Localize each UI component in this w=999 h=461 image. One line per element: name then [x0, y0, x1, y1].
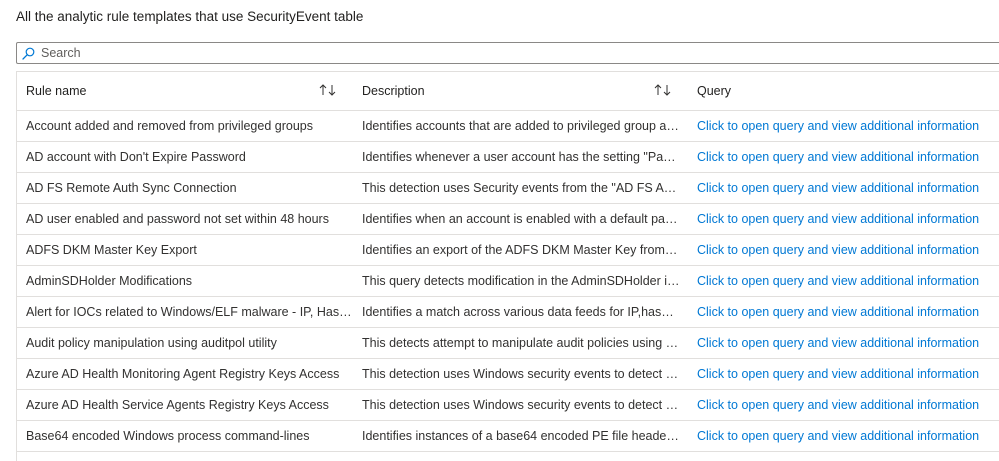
column-header-label: Query [697, 84, 732, 98]
description-cell: This detection uses Windows security eve… [353, 389, 688, 421]
description-cell: Identifies an export of the ADFS DKM Mas… [353, 234, 688, 266]
description-cell: Identifies a match across various data f… [353, 296, 688, 328]
table-row[interactable]: Audit policy manipulation using auditpol… [17, 327, 999, 359]
table-row[interactable]: AD FS Remote Auth Sync Connection This de… [17, 172, 999, 204]
description-cell: Identifies whenever a user account has t… [353, 141, 688, 173]
table-row[interactable]: Base64 encoded Windows process command-l… [17, 420, 999, 452]
open-query-link[interactable]: Click to open query and view additional … [697, 243, 979, 257]
open-query-link[interactable]: Click to open query and view additional … [697, 181, 979, 195]
table-row[interactable]: Azure AD Health Service Agents Registry … [17, 389, 999, 421]
query-cell: Click to open query and view additional … [688, 389, 999, 421]
query-cell: Click to open query and view additional … [688, 234, 999, 266]
open-query-link[interactable]: Click to open query and view additional … [697, 274, 979, 288]
table-header-row: Rule name Description Query [17, 72, 999, 111]
description-cell: Identifies accounts that are added to pr… [353, 110, 688, 142]
sort-arrows-icon[interactable] [319, 83, 337, 97]
open-query-link[interactable]: Click to open query and view additional … [697, 150, 979, 164]
open-query-link[interactable]: Click to open query and view additional … [697, 119, 979, 133]
rule-name-cell: AD FS Remote Auth Sync Connection [17, 172, 353, 204]
rule-name-cell: Alert for IOCs related to Windows/ELF ma… [17, 296, 353, 328]
table-row[interactable]: AD user enabled and password not set wit… [17, 203, 999, 235]
query-cell: Click to open query and view additional … [688, 296, 999, 328]
sort-arrows-icon[interactable] [654, 83, 672, 97]
search-icon [22, 46, 36, 60]
query-cell: Click to open query and view additional … [688, 265, 999, 297]
rules-grid: Rule name Description Query Account adde… [16, 71, 999, 461]
rule-name-cell: AD user enabled and password not set wit… [17, 203, 353, 235]
rule-name-cell: Azure AD Health Service Agents Registry … [17, 389, 353, 421]
query-cell: Click to open query and view additional … [688, 327, 999, 359]
search-box[interactable] [16, 42, 999, 64]
rule-name-cell: Base64 encoded Windows process command-l… [17, 420, 353, 452]
page-title: All the analytic rule templates that use… [16, 9, 364, 24]
search-input[interactable] [41, 46, 999, 60]
query-cell: Click to open query and view additional … [688, 141, 999, 173]
column-header-description[interactable]: Description [353, 72, 688, 111]
open-query-link[interactable]: Click to open query and view additional … [697, 212, 979, 226]
description-cell: This detects attempt to manipulate audit… [353, 327, 688, 359]
query-cell: Click to open query and view additional … [688, 172, 999, 204]
open-query-link[interactable]: Click to open query and view additional … [697, 305, 979, 319]
table-row[interactable]: AD account with Don't Expire Password Ide… [17, 141, 999, 173]
description-cell: Identifies when an account is enabled wi… [353, 203, 688, 235]
description-cell: This query detects modification in the A… [353, 265, 688, 297]
query-cell: Click to open query and view additional … [688, 203, 999, 235]
rule-name-cell: Audit policy manipulation using auditpol… [17, 327, 353, 359]
column-header-rule-name[interactable]: Rule name [17, 72, 353, 111]
column-header-query: Query [688, 72, 999, 111]
rule-name-cell: AdminSDHolder Modifications [17, 265, 353, 297]
table-row[interactable]: Alert for IOCs related to Windows/ELF ma… [17, 296, 999, 328]
description-cell: Identifies instances of a base64 encoded… [353, 420, 688, 452]
table-row[interactable]: AdminSDHolder Modifications This query de… [17, 265, 999, 297]
query-cell: Click to open query and view additional … [688, 358, 999, 390]
column-header-label: Description [362, 84, 425, 98]
table-row[interactable]: Azure AD Health Monitoring Agent Registr… [17, 358, 999, 390]
query-cell: Click to open query and view additional … [688, 110, 999, 142]
query-cell: Click to open query and view additional … [688, 420, 999, 452]
rule-name-cell: ADFS DKM Master Key Export [17, 234, 353, 266]
open-query-link[interactable]: Click to open query and view additional … [697, 398, 979, 412]
open-query-link[interactable]: Click to open query and view additional … [697, 367, 979, 381]
table-row[interactable]: Account added and removed from privilege… [17, 110, 999, 142]
column-header-label: Rule name [26, 84, 87, 98]
rules-table: Rule name Description Query Account adde… [17, 72, 999, 452]
open-query-link[interactable]: Click to open query and view additional … [697, 336, 979, 350]
table-row[interactable]: ADFS DKM Master Key Export Identifies an … [17, 234, 999, 266]
rule-name-cell: AD account with Don't Expire Password [17, 141, 353, 173]
rule-name-cell: Azure AD Health Monitoring Agent Registr… [17, 358, 353, 390]
description-cell: This detection uses Security events from… [353, 172, 688, 204]
open-query-link[interactable]: Click to open query and view additional … [697, 429, 979, 443]
description-cell: This detection uses Windows security eve… [353, 358, 688, 390]
rule-name-cell: Account added and removed from privilege… [17, 110, 353, 142]
